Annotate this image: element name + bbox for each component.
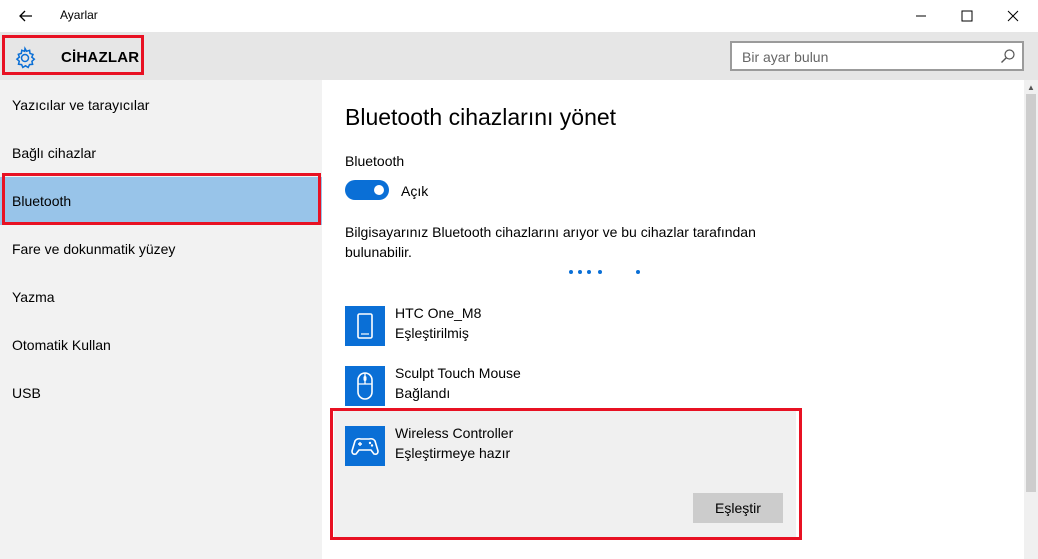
scroll-up-arrow-icon[interactable]: ▲ <box>1024 82 1038 94</box>
gear-icon <box>15 46 36 69</box>
pair-button[interactable]: Eşleştir <box>693 493 783 523</box>
category-title: CİHAZLAR <box>61 49 140 66</box>
device-name: Wireless Controller <box>395 425 514 441</box>
gamepad-icon <box>345 426 385 466</box>
device-name: Sculpt Touch Mouse <box>395 365 521 381</box>
device-status: Eşleştirilmiş <box>395 325 469 341</box>
mouse-icon <box>345 366 385 406</box>
device-item[interactable]: HTC One_M8 Eşleştirilmiş <box>345 302 795 350</box>
sidebar-item-typing[interactable]: Yazma <box>0 273 322 321</box>
window-title: Ayarlar <box>60 8 98 22</box>
sidebar-item-autoplay[interactable]: Otomatik Kullan <box>0 321 322 369</box>
bluetooth-label: Bluetooth <box>345 153 405 169</box>
toggle-state-label: Açık <box>401 183 429 199</box>
search-icon[interactable] <box>1000 48 1016 64</box>
close-button[interactable] <box>990 0 1036 32</box>
device-item-selected[interactable]: Wireless Controller Eşleştirmeye hazır <box>345 422 795 470</box>
device-name: HTC One_M8 <box>395 305 482 321</box>
device-status: Bağlandı <box>395 385 451 401</box>
maximize-button[interactable] <box>944 0 990 32</box>
title-bar: Ayarlar <box>0 0 1038 32</box>
scroll-thumb[interactable] <box>1026 94 1036 492</box>
sidebar-item-printers[interactable]: Yazıcılar ve tarayıcılar <box>0 81 322 129</box>
discovery-description: Bilgisayarınız Bluetooth cihazlarını arı… <box>345 224 756 260</box>
category-header: CİHAZLAR <box>2 35 144 75</box>
sidebar-item-connected-devices[interactable]: Bağlı cihazlar <box>0 129 322 177</box>
device-item[interactable]: Sculpt Touch Mouse Bağlandı <box>345 362 795 410</box>
sidebar-item-mouse-touchpad[interactable]: Fare ve dokunmatik yüzey <box>0 225 322 273</box>
back-arrow-icon[interactable] <box>14 6 38 26</box>
toggle-knob <box>374 185 384 195</box>
sidebar: Yazıcılar ve tarayıcılar Bağlı cihazlar … <box>0 80 322 559</box>
page-title: Bluetooth cihazlarını yönet <box>345 104 617 130</box>
minimize-button[interactable] <box>898 0 944 32</box>
sidebar-item-usb[interactable]: USB <box>0 369 322 417</box>
search-input[interactable] <box>740 47 994 67</box>
device-status: Eşleştirmeye hazır <box>395 445 511 461</box>
bluetooth-toggle[interactable] <box>345 180 389 200</box>
phone-icon <box>345 306 385 346</box>
settings-header: CİHAZLAR <box>0 32 1038 80</box>
search-box[interactable] <box>730 41 1024 71</box>
scrollbar[interactable]: ▲ <box>1024 80 1038 559</box>
sidebar-item-bluetooth[interactable]: Bluetooth <box>0 177 322 225</box>
